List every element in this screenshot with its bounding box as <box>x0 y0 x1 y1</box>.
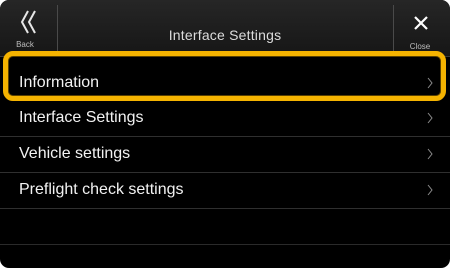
page-title: Interface Settings <box>168 27 282 43</box>
chevron-right-icon <box>427 184 433 196</box>
menu-item-label: Interface Settings <box>19 109 144 126</box>
double-chevron-left-icon <box>20 10 36 34</box>
header-divider-right <box>393 5 394 51</box>
menu-item-label: Vehicle settings <box>19 145 131 162</box>
settings-menu: Information Interface Settings Vehicle s… <box>0 66 450 245</box>
menu-item-preflight-check-settings[interactable]: Preflight check settings <box>0 173 450 209</box>
close-button[interactable]: Close <box>396 4 444 52</box>
menu-item-vehicle-settings[interactable]: Vehicle settings <box>0 137 450 173</box>
menu-item-interface-settings[interactable]: Interface Settings <box>0 101 450 137</box>
back-label: Back <box>16 40 34 49</box>
chevron-right-icon <box>427 77 433 89</box>
menu-item-information[interactable]: Information <box>0 66 450 100</box>
header-divider-left <box>57 5 58 51</box>
menu-item-label: Information <box>19 74 100 91</box>
header-bar: Back Interface Settings Close <box>0 0 450 57</box>
settings-screen: Back Interface Settings Close Informatio… <box>0 0 450 268</box>
menu-item-label: Preflight check settings <box>19 181 184 198</box>
chevron-right-icon <box>427 112 433 124</box>
close-icon <box>414 16 428 30</box>
empty-row <box>0 209 450 245</box>
chevron-right-icon <box>427 148 433 160</box>
close-label: Close <box>409 42 431 51</box>
back-button[interactable]: Back <box>6 4 56 52</box>
